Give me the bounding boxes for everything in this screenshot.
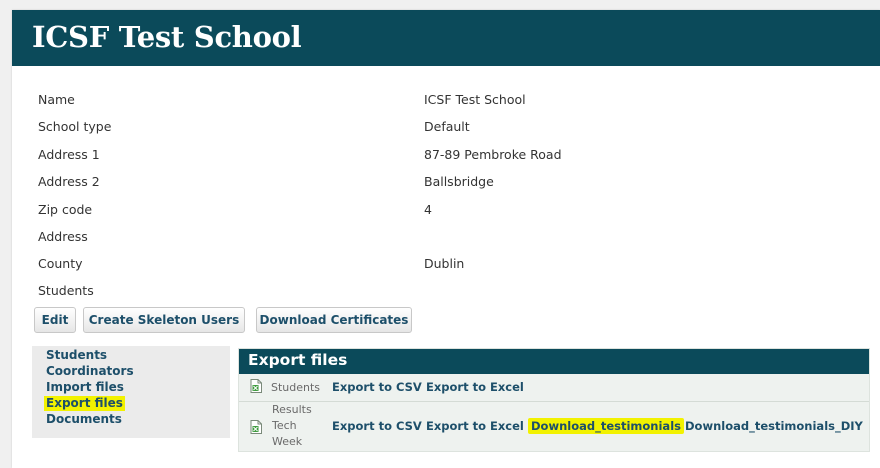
download-testimonials-diy-link[interactable]: Download_testimonials_DIY: [685, 419, 863, 433]
detail-label-school-type: School type: [38, 119, 112, 134]
download-certificates-button[interactable]: Download Certificates: [256, 307, 412, 333]
detail-value-county: Dublin: [424, 256, 465, 271]
sidebar-item-coordinators[interactable]: Coordinators: [46, 364, 134, 379]
detail-label-county: County: [38, 256, 83, 271]
detail-value-address-2: Ballsbridge: [424, 174, 494, 189]
sidebar-item-documents[interactable]: Documents: [46, 412, 122, 427]
sidebar: Students Coordinators Import files Expor…: [32, 346, 230, 438]
detail-value-address-1: 87-89 Pembroke Road: [424, 147, 562, 162]
detail-label-students: Students: [38, 283, 94, 298]
detail-value-name: ICSF Test School: [424, 92, 526, 107]
sidebar-item-export-files[interactable]: Export files: [44, 396, 125, 411]
excel-file-icon: [250, 420, 262, 434]
sidebar-item-import-files[interactable]: Import files: [46, 380, 124, 395]
export-results-csv-link[interactable]: Export to CSV: [332, 419, 422, 433]
school-details-page: ICSF Test School Name ICSF Test School S…: [12, 10, 880, 468]
edit-button[interactable]: Edit: [34, 307, 76, 333]
row-divider: [239, 401, 869, 402]
export-results-excel-link[interactable]: Export to Excel: [426, 419, 524, 433]
export-row-name: Students: [271, 381, 321, 394]
page-title: ICSF Test School: [32, 20, 302, 54]
export-files-header: Export files: [239, 349, 869, 374]
sidebar-item-students[interactable]: Students: [46, 348, 107, 363]
detail-label-name: Name: [38, 92, 75, 107]
export-students-excel-link[interactable]: Export to Excel: [426, 380, 524, 394]
page-header: ICSF Test School: [12, 10, 880, 66]
detail-label-address-1: Address 1: [38, 147, 100, 162]
detail-label-zip-code: Zip code: [38, 202, 93, 217]
detail-value-school-type: Default: [424, 119, 470, 134]
export-files-title: Export files: [248, 351, 348, 369]
detail-value-zip-code: 4: [424, 202, 432, 217]
excel-file-icon: [250, 379, 262, 393]
export-row-name-line: Tech: [272, 419, 297, 432]
detail-label-address: Address: [38, 229, 88, 244]
create-skeleton-users-button[interactable]: Create Skeleton Users: [83, 307, 245, 333]
export-row-name-line: Week: [272, 435, 303, 448]
detail-label-address-2: Address 2: [38, 174, 100, 189]
export-students-csv-link[interactable]: Export to CSV: [332, 380, 422, 394]
export-files-panel: Export files Students Export to CSV Expo…: [238, 348, 870, 452]
export-row-name-line: Results: [272, 403, 312, 416]
download-testimonials-link[interactable]: Download_testimonials: [528, 418, 684, 434]
